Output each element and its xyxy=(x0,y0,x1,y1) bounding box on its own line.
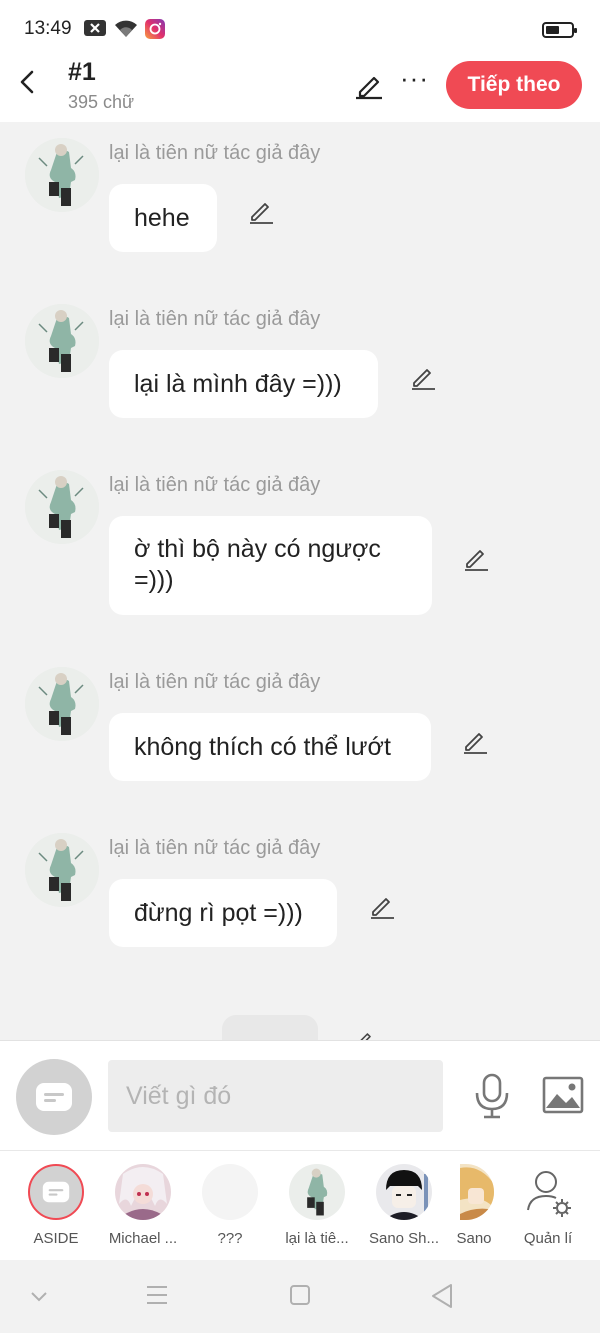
character-aside[interactable]: ASIDE xyxy=(16,1164,96,1256)
message-bubble[interactable]: hehe xyxy=(109,184,217,252)
message-text: đừng rì pọt =))) xyxy=(134,899,303,927)
message-item: lại là tiên nữ tác giả đây ờ thì bộ này … xyxy=(0,454,600,634)
chapter-title: #1 xyxy=(68,58,96,86)
back-triangle-icon[interactable] xyxy=(430,1283,454,1314)
home-square-icon[interactable] xyxy=(289,1284,311,1311)
message-item: lại là tiên nữ tác giả đây không thích c… xyxy=(0,651,600,801)
message-item: lại là tiên nữ tác giả đây đừng rì pọt =… xyxy=(0,817,600,967)
user-settings-icon xyxy=(520,1164,576,1220)
character-label: Michael ... xyxy=(108,1230,178,1247)
aside-toggle-button[interactable] xyxy=(16,1059,92,1135)
avatar xyxy=(460,1164,494,1220)
message-bubble-partial[interactable] xyxy=(222,1015,318,1040)
notification-x-icon xyxy=(84,19,106,42)
edit-message-icon[interactable] xyxy=(461,727,489,755)
battery-icon xyxy=(542,22,577,38)
avatar[interactable] xyxy=(25,667,99,741)
edit-message-icon[interactable] xyxy=(352,1028,376,1040)
chevron-down-icon[interactable] xyxy=(30,1290,48,1308)
message-input[interactable] xyxy=(108,1060,443,1132)
sender-name: lại là tiên nữ tác giả đây xyxy=(109,837,321,859)
system-navigation-bar xyxy=(0,1260,600,1333)
message-item: lại là tiên nữ tác giả đây hehe xyxy=(0,122,600,272)
sender-name: lại là tiên nữ tác giả đây xyxy=(109,308,321,330)
image-icon[interactable] xyxy=(542,1076,584,1114)
microphone-icon[interactable] xyxy=(473,1073,511,1119)
character-michael[interactable]: Michael ... xyxy=(103,1164,183,1256)
character-strip: ASIDE Michael ... ??? lại là tiê... Sano… xyxy=(0,1150,600,1260)
character-unknown[interactable]: ??? xyxy=(190,1164,270,1256)
avatar[interactable] xyxy=(25,470,99,544)
status-time: 13:49 xyxy=(24,18,72,39)
character-sano[interactable]: Sano xyxy=(434,1164,514,1256)
sender-name: lại là tiên nữ tác giả đây xyxy=(109,474,321,496)
edit-message-icon[interactable] xyxy=(368,892,396,920)
edit-message-icon[interactable] xyxy=(247,197,275,225)
edit-message-icon[interactable] xyxy=(409,363,437,391)
menu-icon[interactable] xyxy=(145,1284,169,1311)
wifi-icon xyxy=(113,19,139,44)
chat-bubble-icon xyxy=(36,1083,72,1111)
next-button[interactable]: Tiếp theo xyxy=(446,61,582,109)
more-options-icon[interactable]: ··· xyxy=(400,65,429,91)
avatar[interactable] xyxy=(25,138,99,212)
message-text: hehe xyxy=(134,204,190,232)
edit-message-icon[interactable] xyxy=(462,544,490,572)
message-bubble[interactable]: ờ thì bộ này có ngược =))) xyxy=(109,516,432,615)
message-bubble[interactable]: đừng rì pọt =))) xyxy=(109,879,337,947)
sender-name: lại là tiên nữ tác giả đây xyxy=(109,671,321,693)
character-label: lại là tiê... xyxy=(285,1230,349,1247)
battery-level xyxy=(546,26,559,34)
instagram-icon xyxy=(145,19,165,44)
avatar xyxy=(289,1164,345,1220)
back-arrow-icon[interactable] xyxy=(14,68,42,96)
message-text-line: =))) xyxy=(134,566,174,594)
message-text: lại là mình đây =))) xyxy=(134,370,342,398)
message-item: lại là tiên nữ tác giả đây lại là mình đ… xyxy=(0,288,600,438)
character-sano-sh[interactable]: Sano Sh... xyxy=(364,1164,444,1256)
character-label: ASIDE xyxy=(33,1230,79,1247)
avatar xyxy=(202,1164,258,1220)
character-author[interactable]: lại là tiê... xyxy=(277,1164,357,1256)
message-bubble[interactable]: lại là mình đây =))) xyxy=(109,350,378,418)
sender-name: lại là tiên nữ tác giả đây xyxy=(109,142,321,164)
manage-label: Quản lí xyxy=(523,1230,573,1247)
avatar[interactable] xyxy=(25,304,99,378)
avatar xyxy=(376,1164,432,1220)
word-count: 395 chữ xyxy=(68,92,135,112)
message-text: không thích có thể lướt xyxy=(134,733,391,761)
edit-pencil-icon[interactable] xyxy=(354,70,384,100)
header: #1 395 chữ ··· Tiếp theo xyxy=(0,58,600,122)
aside-icon xyxy=(28,1164,84,1220)
message-composer xyxy=(0,1040,600,1150)
character-label: Sano Sh... xyxy=(368,1230,440,1247)
status-bar: 13:49 xyxy=(0,0,600,58)
avatar xyxy=(115,1164,171,1220)
avatar[interactable] xyxy=(25,833,99,907)
chat-area[interactable]: lại là tiên nữ tác giả đây hehe lại là t… xyxy=(0,122,600,1040)
message-bubble[interactable]: không thích có thể lướt xyxy=(109,713,431,781)
manage-characters-button[interactable]: Quản lí xyxy=(508,1164,588,1256)
character-label: Sano xyxy=(456,1230,492,1247)
character-label: ??? xyxy=(217,1230,243,1247)
message-text-line: ờ thì bộ này có ngược xyxy=(134,535,381,563)
